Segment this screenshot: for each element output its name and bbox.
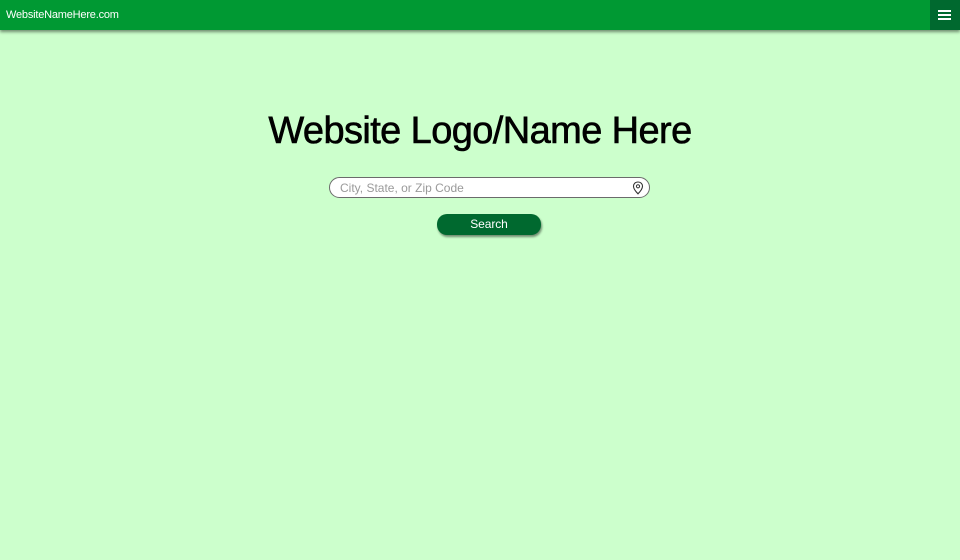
hamburger-menu-button[interactable] [930, 0, 960, 30]
top-navigation-bar: WebsiteNameHere.com [0, 0, 960, 30]
location-search-input[interactable] [340, 179, 630, 196]
site-name-link[interactable]: WebsiteNameHere.com [6, 0, 119, 30]
location-search-box [329, 177, 650, 198]
search-button[interactable]: Search [437, 214, 541, 235]
site-logo-title: Website Logo/Name Here [268, 110, 693, 153]
location-pin-icon[interactable] [632, 181, 644, 195]
